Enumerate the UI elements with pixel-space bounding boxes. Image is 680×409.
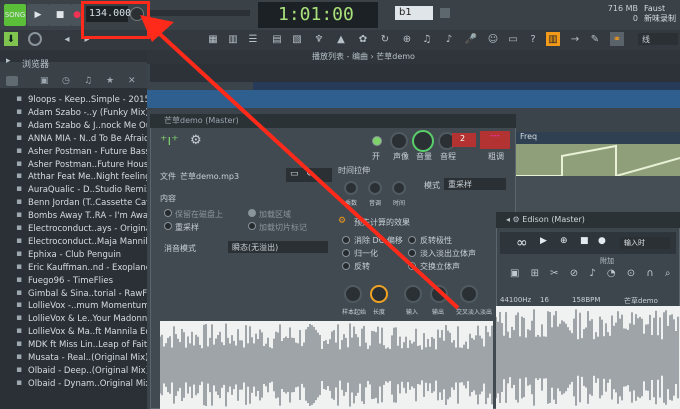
edison-info-name: 芒草demo	[624, 297, 658, 305]
browser-menu-icon[interactable]: ▸	[6, 56, 20, 70]
audio-file-icon: ▪	[16, 132, 23, 143]
audio-file-icon: ▪	[16, 235, 23, 246]
audio-file-icon: ▪	[16, 197, 23, 208]
help-icon[interactable]: ?	[526, 32, 540, 46]
audio-file-icon: ▪	[16, 339, 23, 350]
edison-info-bpm: 158BPM	[572, 296, 601, 304]
audio-file-icon: ▪	[16, 223, 23, 233]
audio-file-icon: ▪	[16, 377, 23, 388]
audio-file-icon: ▪	[16, 261, 23, 272]
arrow-icon[interactable]: →	[568, 32, 582, 46]
edison-waveform[interactable]	[496, 306, 680, 409]
fine-tune[interactable]: ---	[480, 131, 510, 149]
link-icon[interactable]: ⚭	[610, 32, 624, 46]
download-icon[interactable]: ⬇	[4, 32, 18, 46]
audio-file-icon: ▪	[16, 171, 23, 182]
audio-file-icon: ▪	[16, 106, 23, 117]
browser-title: 浏览器	[22, 60, 50, 70]
audio-file-icon: ▪	[16, 145, 23, 156]
crosshair-icon[interactable]: ⊕	[560, 236, 568, 246]
folder-icon[interactable]: ▣	[40, 76, 49, 86]
record-edison-icon[interactable]: ●	[598, 236, 606, 246]
snap-left-icon[interactable]: ◂	[60, 32, 74, 46]
edison-info-freq: 44100Hz	[500, 296, 532, 304]
browser-close-icon[interactable]: ✕	[128, 76, 136, 86]
edison-titlebar: ◂ ⚙ Edison (Master)	[496, 212, 680, 228]
audio-file-icon: ▪	[16, 248, 23, 259]
audio-file-icon: ▪	[16, 313, 23, 324]
input-mode-select[interactable]: 输入时	[620, 237, 670, 249]
clock-icon[interactable]: ◷	[62, 76, 70, 86]
play-edison-icon[interactable]: ▶	[540, 236, 547, 246]
audio-file-icon: ▪	[16, 300, 23, 311]
audio-file-icon: ▪	[16, 364, 23, 375]
star-icon[interactable]: ★	[106, 76, 114, 86]
snap-grid-icon[interactable]: ▥	[546, 32, 560, 46]
annotation-arrow	[140, 15, 460, 310]
audio-file-icon: ▪	[16, 184, 23, 195]
monitor-icon[interactable]: ▭	[506, 32, 520, 46]
snap-select[interactable]: 线	[638, 33, 678, 45]
playlist-track-empty	[516, 176, 680, 212]
master-knob-icon[interactable]	[28, 32, 42, 46]
audio-file-icon: ▪	[16, 119, 23, 130]
plugin-waveform[interactable]	[160, 321, 493, 409]
audio-file-icon: ▪	[16, 210, 23, 221]
audio-file-icon: ▪	[16, 352, 23, 362]
audio-file-icon: ▪	[16, 274, 23, 285]
stop-edison-icon[interactable]: ■	[580, 236, 589, 246]
stop-button[interactable]: ■	[49, 4, 71, 26]
loop-infinite-icon[interactable]: ∞	[516, 235, 528, 251]
browser-tab-all[interactable]	[6, 76, 18, 86]
automation-curve	[516, 144, 680, 176]
music-icon[interactable]: ♫	[84, 76, 92, 86]
edison-info-bits: 16	[540, 296, 549, 304]
audio-file-icon: ▪	[16, 94, 23, 104]
edison-tool-icons[interactable]: ▣ ⊞ ✂ ⊘ ♪ ◔ ⊙ ∩ ⌕	[510, 268, 674, 279]
memory-display: 716 MB 0	[607, 4, 638, 23]
coarse-label: 粗调	[488, 152, 504, 161]
attach-label: 附加	[600, 257, 614, 265]
pencil-icon[interactable]: ✎	[588, 32, 602, 46]
user-info: Faust 新味录制	[644, 4, 676, 23]
chat-icon[interactable]: ☺	[486, 32, 500, 46]
audio-file-icon: ▪	[16, 326, 23, 337]
audio-file-icon: ▪	[16, 158, 23, 169]
song-mode-button[interactable]: SONG	[4, 4, 26, 26]
audio-file-icon: ▪	[16, 287, 23, 298]
play-button[interactable]: ▶	[27, 4, 49, 26]
automation-clip-label: Freq	[516, 132, 680, 144]
